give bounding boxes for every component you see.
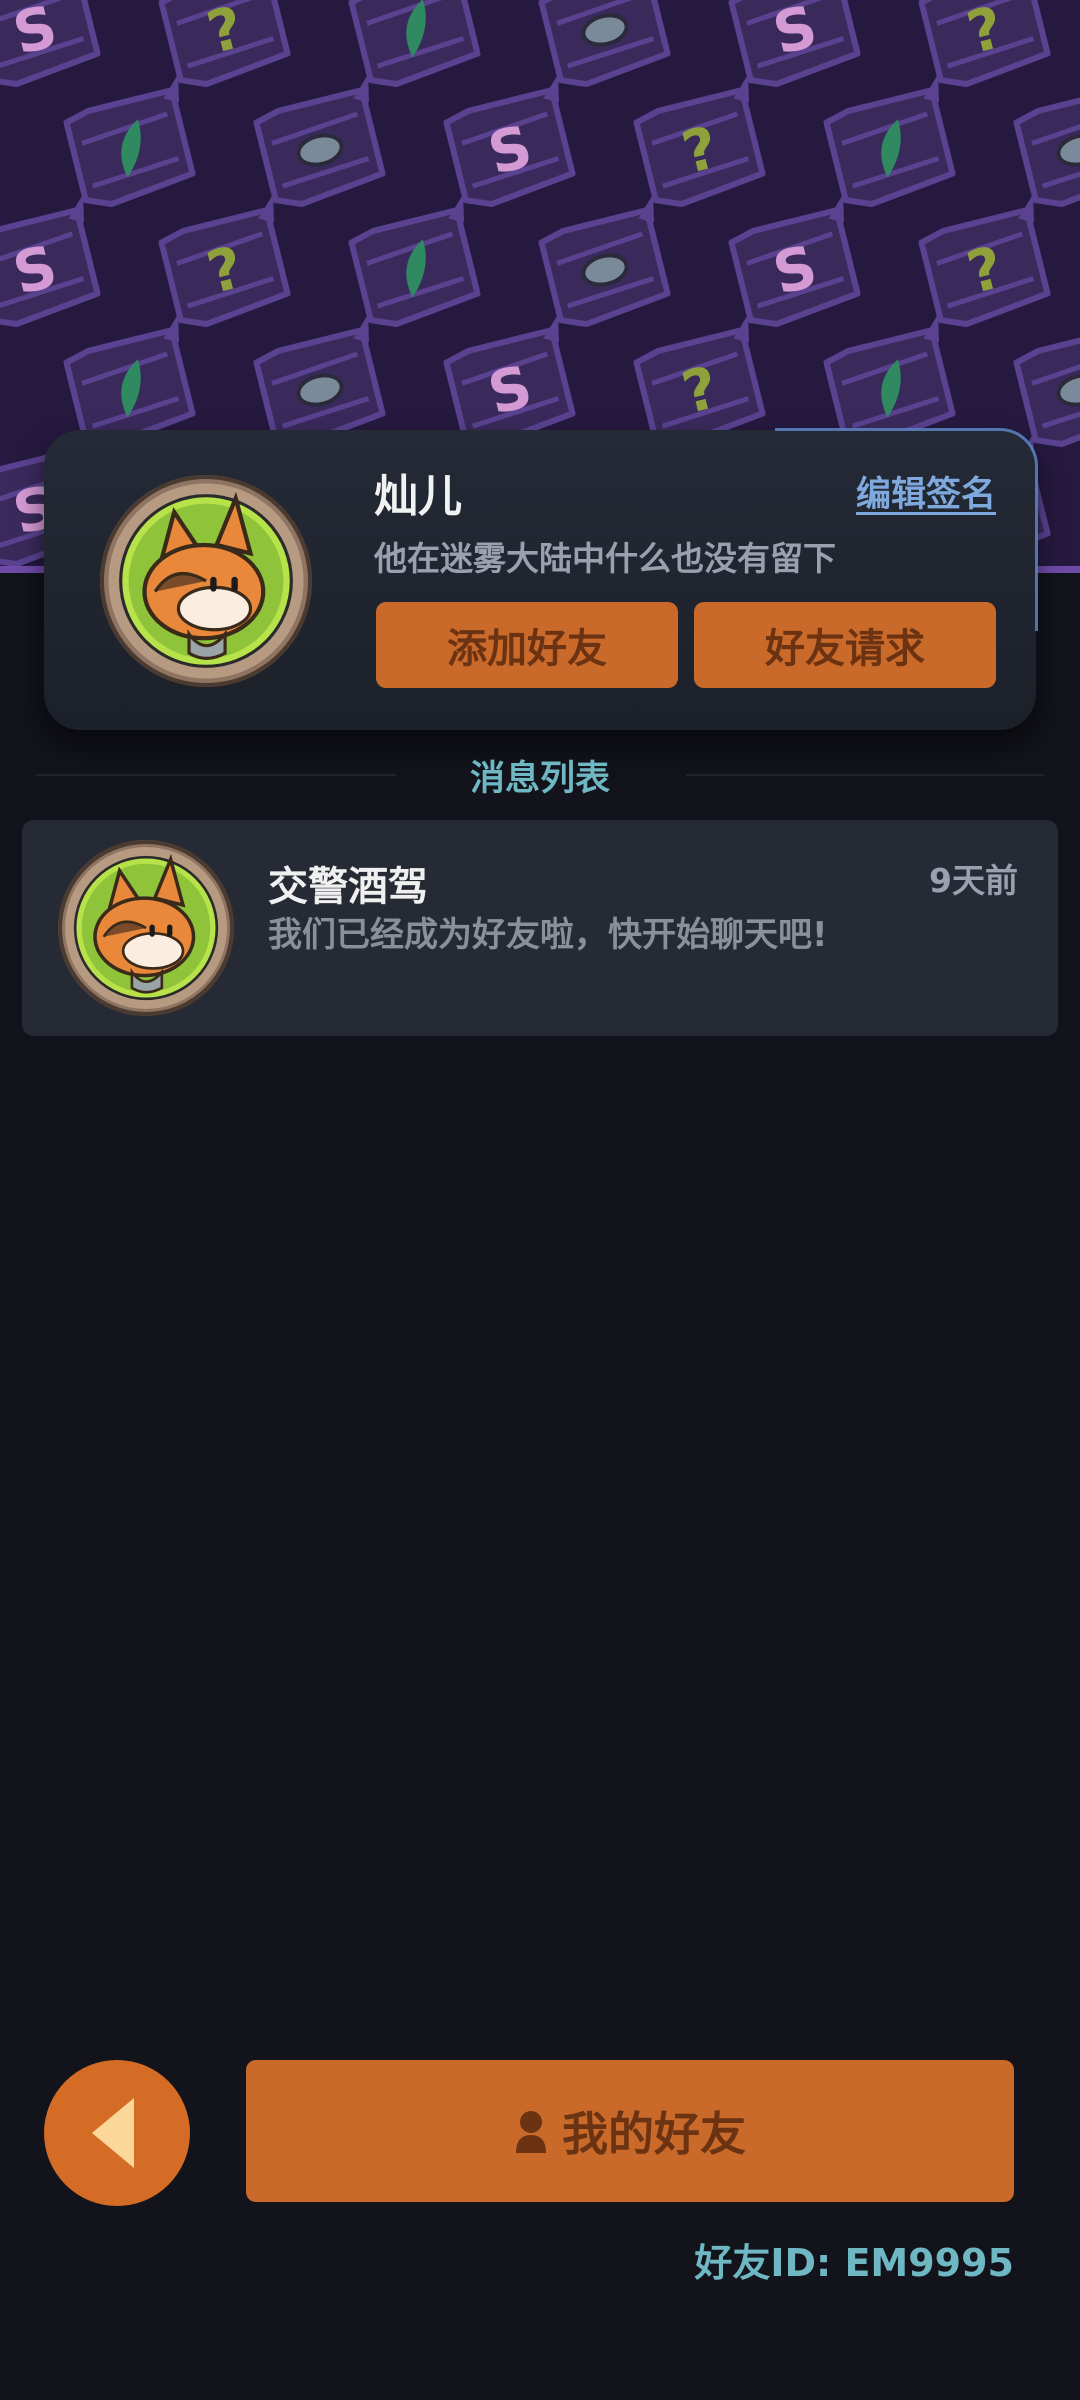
fox-avatar-icon <box>108 483 304 679</box>
my-friends-button[interactable]: 我的好友 <box>246 2060 1014 2202</box>
my-friends-label: 我的好友 <box>562 2107 746 2161</box>
message-sender: 交警酒驾 <box>268 864 428 910</box>
profile-avatar[interactable] <box>100 475 312 687</box>
friend-requests-button[interactable]: 好友请求 <box>694 602 996 688</box>
profile-signature: 他在迷雾大陆中什么也没有留下 <box>374 539 836 578</box>
fox-avatar-icon <box>65 847 227 1009</box>
list-item[interactable]: 交警酒驾 9天前 我们已经成为好友啦，快开始聊天吧! <box>22 820 1058 1036</box>
profile-card: 灿儿 编辑签名 他在迷雾大陆中什么也没有留下 添加好友 好友请求 <box>44 428 1038 730</box>
person-icon <box>516 2111 546 2153</box>
profile-name: 灿儿 <box>374 471 462 522</box>
message-time: 9天前 <box>929 861 1018 900</box>
friend-id: 好友ID: EM9995 <box>694 2241 1014 2285</box>
message-list-title: 消息列表 <box>469 759 610 799</box>
edit-signature-link[interactable]: 编辑签名 <box>856 466 996 517</box>
message-avatar <box>58 840 234 1016</box>
add-friend-button[interactable]: 添加好友 <box>376 602 678 688</box>
message-preview: 我们已经成为好友啦，快开始聊天吧! <box>268 915 828 955</box>
back-arrow-icon <box>92 2098 134 2168</box>
back-button[interactable] <box>44 2060 190 2206</box>
